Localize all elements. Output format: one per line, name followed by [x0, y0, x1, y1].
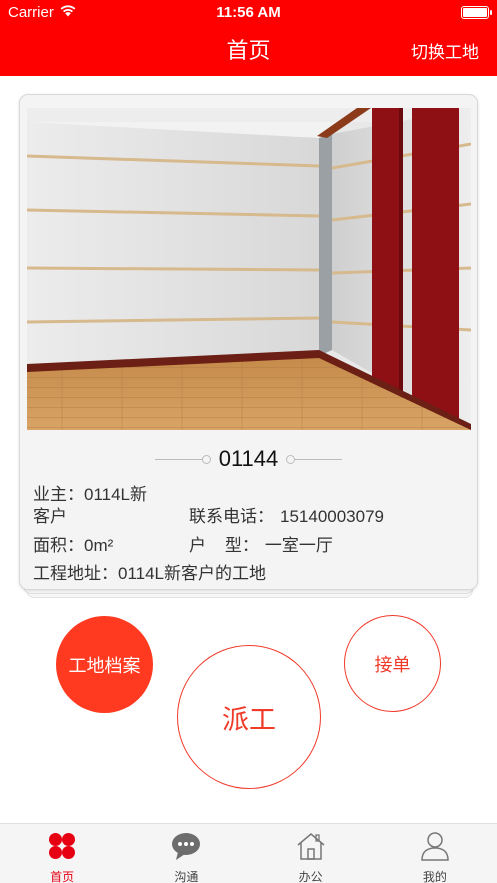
tab-chat-label: 沟通 — [174, 870, 199, 883]
address-value: 0114L新客户的工地 — [118, 564, 267, 583]
accept-order-button[interactable]: 接单 — [344, 615, 441, 712]
home-grid-icon — [46, 830, 78, 862]
layout-value: 一室一厅 — [264, 536, 333, 555]
layout-label: 户 型： — [189, 536, 259, 555]
phone-info: 联系电话： 15140003079 — [189, 506, 384, 528]
status-bar: Carrier 11:56 AM — [0, 0, 497, 26]
tab-home[interactable]: 首页 — [0, 824, 124, 883]
owner-info-cont: 客户 — [33, 506, 67, 528]
title-divider-right — [286, 454, 343, 464]
owner-label: 业主： — [33, 485, 84, 504]
tab-chat[interactable]: 沟通 — [124, 824, 248, 883]
site-title-row: 01144 — [20, 445, 477, 473]
owner-value-cont: 客户 — [33, 507, 67, 526]
area-info: 面积：0m² — [33, 535, 113, 557]
app-root: Carrier 11:56 AM 首页 切换工地 01144 业主：0114L新… — [0, 0, 497, 883]
owner-info: 业主：0114L新 — [33, 484, 147, 506]
office-house-icon — [295, 830, 327, 862]
layout-info: 户 型： 一室一厅 — [189, 535, 333, 557]
phone-label: 联系电话： — [189, 507, 274, 526]
user-profile-icon — [419, 830, 451, 862]
tab-office-label: 办公 — [298, 870, 323, 883]
dispatch-button[interactable]: 派工 — [177, 645, 321, 789]
tab-mine-label: 我的 — [422, 870, 447, 883]
tab-home-label: 首页 — [50, 870, 75, 883]
site-name: 01144 — [218, 446, 279, 471]
chat-bubble-icon — [170, 830, 202, 862]
room-render-image — [27, 108, 471, 430]
site-archive-button[interactable]: 工地档案 — [56, 616, 153, 713]
header-bar: Carrier 11:56 AM 首页 切换工地 — [0, 0, 497, 76]
area-value: 0m² — [84, 536, 114, 555]
phone-value[interactable]: 15140003079 — [280, 507, 384, 526]
area-label: 面积： — [33, 536, 84, 555]
address-info: 工程地址：0114L新客户的工地 — [33, 563, 266, 585]
address-label: 工程地址： — [33, 564, 118, 583]
owner-value: 0114L新 — [84, 485, 148, 504]
switch-site-button[interactable]: 切换工地 — [411, 38, 479, 63]
status-time: 11:56 AM — [216, 4, 281, 21]
battery-icon — [461, 6, 492, 19]
title-divider-left — [154, 454, 211, 464]
bottom-tab-bar: 首页 沟通 办公 我的 — [0, 823, 497, 883]
tab-mine[interactable]: 我的 — [373, 824, 497, 883]
tab-office[interactable]: 办公 — [249, 824, 373, 883]
site-card[interactable]: 01144 业主：0114L新 客户 联系电话： 15140003079 面积：0… — [19, 94, 478, 590]
